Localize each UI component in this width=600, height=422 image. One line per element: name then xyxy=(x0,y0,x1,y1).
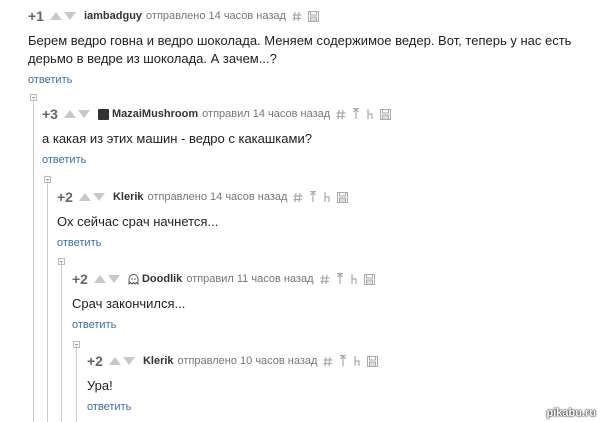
comment: +2 Doodlik отправил 11 часов назад Срач … xyxy=(72,271,572,331)
hash-link-icon[interactable] xyxy=(320,274,330,285)
comment-time: отправил 11 часов назад xyxy=(186,273,314,285)
comment-text: Ох сейчас срач начнется... xyxy=(57,214,219,229)
arrow-down-icon[interactable] xyxy=(77,110,90,118)
comment-text: Берем ведро говна и ведро шоколада. Меня… xyxy=(28,33,572,66)
comment-rating: +2 xyxy=(87,353,103,369)
avatar[interactable] xyxy=(97,108,109,120)
hash-link-icon[interactable] xyxy=(292,11,302,22)
save-icon[interactable] xyxy=(367,355,379,367)
reply-link[interactable]: ответить xyxy=(28,74,588,86)
save-icon[interactable] xyxy=(307,10,319,22)
comment-time: отправлено 14 часов назад xyxy=(146,10,286,22)
arrow-down-icon[interactable] xyxy=(107,275,120,283)
arrow-up-icon[interactable] xyxy=(108,357,121,365)
thread-line xyxy=(76,345,77,422)
ghost-avatar-icon[interactable] xyxy=(128,273,139,285)
comment-header: +3 MazaiMushroom отправил 14 часов назад xyxy=(42,106,582,122)
comment: +3 MazaiMushroom отправил 14 часов назад… xyxy=(42,106,582,166)
branch-icon[interactable] xyxy=(323,191,331,203)
comment-header: +2 Klerik отправлено 14 часов назад xyxy=(57,189,577,205)
comment: +2 Klerik отправлено 14 часов назад Ох с… xyxy=(57,189,577,249)
branch-icon[interactable] xyxy=(366,108,374,120)
comment-header: +2 Doodlik отправил 11 часов назад xyxy=(72,271,572,287)
thread-line xyxy=(33,98,34,422)
comment-time: отправлено 10 часов назад xyxy=(177,355,318,367)
thread-line xyxy=(61,262,62,422)
arrow-down-icon[interactable] xyxy=(92,193,105,201)
reply-link[interactable]: ответить xyxy=(87,401,567,413)
reply-link[interactable]: ответить xyxy=(42,154,582,166)
branch-icon[interactable] xyxy=(350,273,358,285)
comment-author[interactable]: Doodlik xyxy=(142,273,182,285)
comment-author[interactable]: Klerik xyxy=(113,191,144,203)
comment-time: отправил 14 часов назад xyxy=(202,108,331,120)
comment-rating: +3 xyxy=(42,106,58,122)
comment-header: +2 Klerik отправлено 10 часов назад xyxy=(87,353,567,369)
comment-author[interactable]: MazaiMushroom xyxy=(112,108,198,120)
collapse-icon[interactable] xyxy=(58,258,65,265)
watermark: pikabu.ru xyxy=(546,407,596,419)
comment-rating: +1 xyxy=(28,8,44,24)
comment-rating: +2 xyxy=(72,271,88,287)
save-icon[interactable] xyxy=(363,273,375,285)
save-icon[interactable] xyxy=(380,108,392,120)
hash-link-icon[interactable] xyxy=(323,356,333,367)
parent-link-icon[interactable] xyxy=(336,273,344,285)
collapse-icon[interactable] xyxy=(73,341,80,348)
arrow-up-icon[interactable] xyxy=(63,110,76,118)
comment-time: отправлено 14 часов назад xyxy=(147,191,288,203)
parent-link-icon[interactable] xyxy=(309,191,317,203)
parent-link-icon[interactable] xyxy=(339,355,347,367)
comment-text: Срач закончился... xyxy=(72,296,186,311)
arrow-down-icon[interactable] xyxy=(63,12,76,20)
save-icon[interactable] xyxy=(337,191,349,203)
hash-link-icon[interactable] xyxy=(336,109,346,120)
arrow-up-icon[interactable] xyxy=(78,193,91,201)
comment-text: Ура! xyxy=(87,378,113,393)
comment-rating: +2 xyxy=(57,189,73,205)
arrow-up-icon[interactable] xyxy=(93,275,106,283)
collapse-icon[interactable] xyxy=(30,94,37,101)
arrow-down-icon[interactable] xyxy=(122,357,135,365)
arrow-up-icon[interactable] xyxy=(49,12,62,20)
comment-author[interactable]: iambadguy xyxy=(84,10,142,22)
hash-link-icon[interactable] xyxy=(293,192,303,203)
parent-link-icon[interactable] xyxy=(352,108,360,120)
comment: +1 iambadguy отправлено 14 часов назад Б… xyxy=(28,8,588,86)
reply-link[interactable]: ответить xyxy=(57,237,577,249)
comment: +2 Klerik отправлено 10 часов назад Ура!… xyxy=(87,353,567,413)
reply-link[interactable]: ответить xyxy=(72,319,572,331)
comment-author[interactable]: Klerik xyxy=(143,355,174,367)
comment-header: +1 iambadguy отправлено 14 часов назад xyxy=(28,8,588,24)
branch-icon[interactable] xyxy=(353,355,361,367)
collapse-icon[interactable] xyxy=(44,176,51,183)
thread-line xyxy=(47,180,48,422)
comment-text: а какая из этих машин - ведро с какашкам… xyxy=(42,131,312,146)
